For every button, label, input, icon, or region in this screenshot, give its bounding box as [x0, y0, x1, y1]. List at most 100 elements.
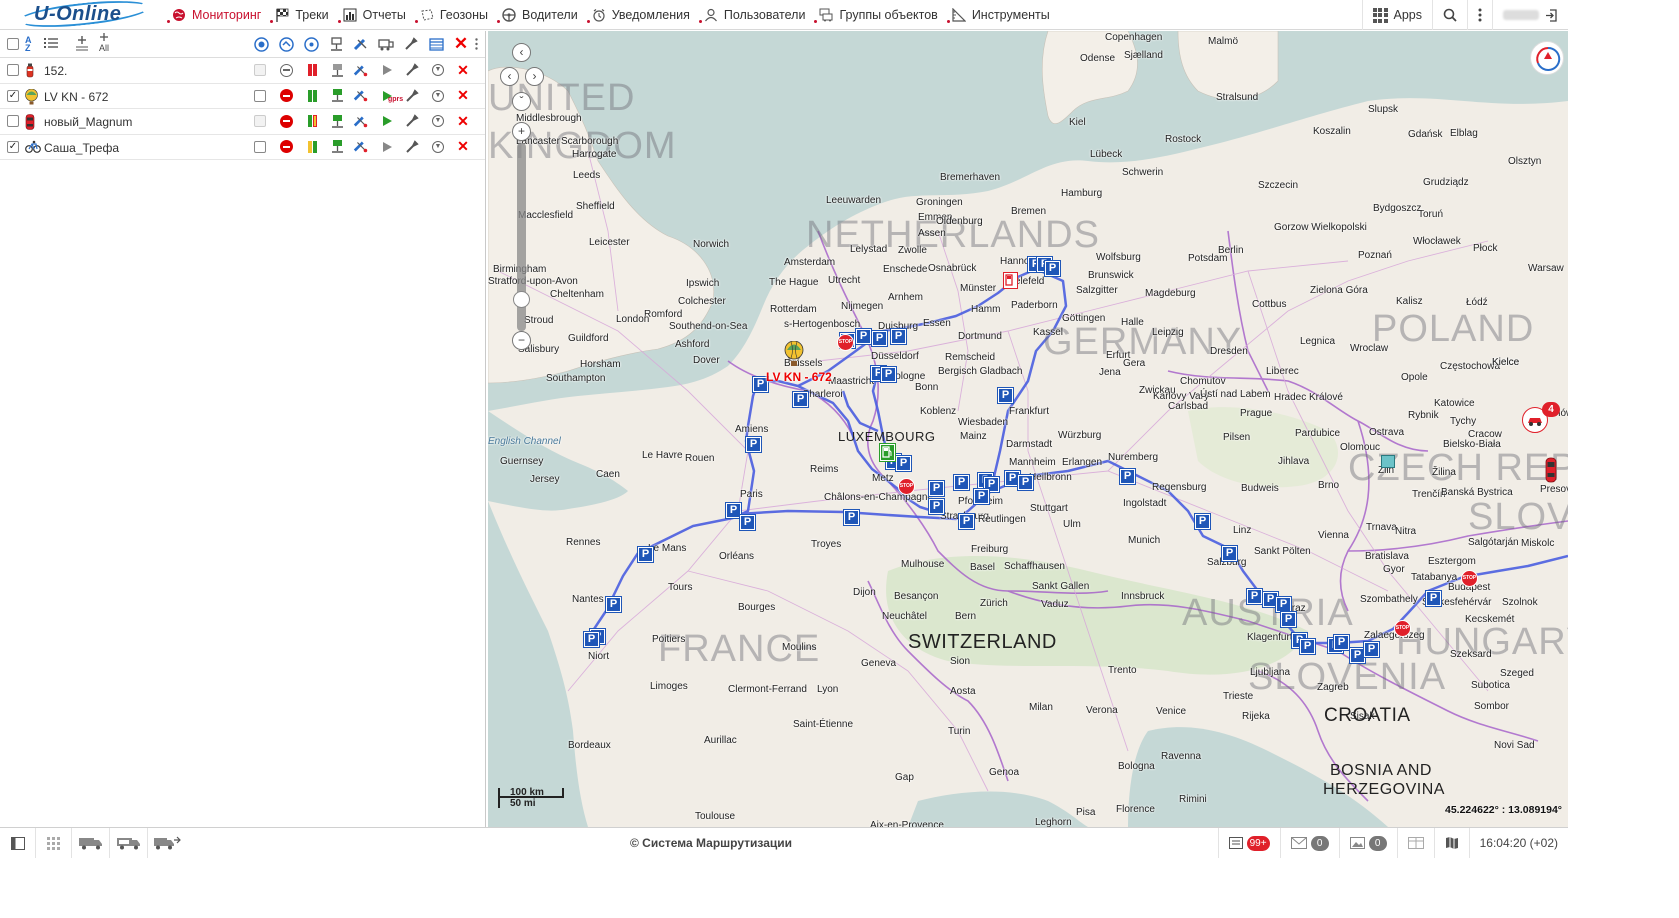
unit-command-button[interactable] [379, 62, 395, 78]
map-view-button[interactable] [1433, 828, 1469, 858]
user-logout-area[interactable] [1492, 0, 1568, 30]
stop-marker[interactable]: STOP [1394, 620, 1411, 637]
unit-name[interactable]: новый_Magnum [44, 115, 132, 129]
trucks-direction-button[interactable] [148, 828, 186, 858]
toggle-panel-button[interactable] [0, 828, 36, 858]
unit-settings-button[interactable] [404, 113, 420, 129]
unit-motion-status[interactable] [278, 88, 294, 104]
unit-name[interactable]: 152. [44, 64, 67, 78]
unit-row[interactable]: ✓ Саша_Трефа ▼ ✕ [0, 135, 485, 160]
sort-az-icon[interactable]: AZ [25, 36, 32, 53]
unit-track-checkbox[interactable] [254, 140, 266, 153]
parking-marker[interactable]: P [1017, 474, 1034, 491]
unit-command-button[interactable] [379, 113, 395, 129]
menu-item-6[interactable]: Пользователи [697, 0, 813, 30]
parking-marker[interactable]: P [997, 387, 1014, 404]
trucks-list-button[interactable] [72, 828, 110, 858]
parking-marker[interactable]: P [928, 480, 945, 497]
unit-select-checkbox[interactable] [7, 64, 19, 76]
geofence-marker[interactable] [1381, 455, 1395, 468]
unit-expand-button[interactable]: ▼ [430, 139, 446, 155]
unit-command-button[interactable]: gprs [379, 88, 403, 104]
pan-left-button[interactable]: ‹ [500, 67, 519, 86]
unit-row[interactable]: новый_Magnum ▼ ✕ [0, 109, 485, 135]
named-trucks-button[interactable] [110, 828, 148, 858]
parking-marker[interactable]: P [1246, 588, 1263, 605]
menu-item-1[interactable]: Треки [268, 0, 335, 30]
unit-row[interactable]: ✓ LV KN - 672 gprs ▼ ✕ [0, 84, 485, 109]
app-logo[interactable]: U-Online [0, 0, 165, 32]
images-button[interactable]: 0 [1338, 828, 1397, 858]
messages-button[interactable]: 99+ [1217, 828, 1280, 858]
grid-view-button[interactable] [36, 828, 72, 858]
unit-settings-button[interactable] [404, 88, 420, 104]
parking-marker[interactable]: P [637, 546, 654, 563]
visibility-column-icon[interactable] [253, 36, 269, 52]
parking-marker[interactable]: P [1425, 590, 1442, 607]
unit-delete-button[interactable]: ✕ [455, 113, 471, 129]
parking-marker[interactable]: P [1333, 634, 1350, 651]
unit-name[interactable]: LV KN - 672 [44, 90, 108, 104]
fuel-station-marker[interactable] [879, 443, 896, 462]
parking-marker[interactable]: P [1119, 468, 1136, 485]
zoom-in-button[interactable]: + [512, 122, 531, 141]
more-menu-button[interactable] [1467, 0, 1492, 30]
map-compass-logo[interactable] [1530, 41, 1564, 75]
unit-expand-button[interactable]: ▼ [430, 62, 446, 78]
parking-marker[interactable]: P [745, 436, 762, 453]
parking-marker[interactable]: P [583, 631, 600, 648]
unit-settings-button[interactable] [404, 62, 420, 78]
parking-marker[interactable]: P [871, 330, 888, 347]
unit-track-checkbox[interactable] [254, 89, 266, 102]
stop-marker[interactable]: STOP [1461, 570, 1478, 587]
connection-column-icon[interactable] [303, 36, 319, 52]
unit-motion-status[interactable] [278, 62, 294, 78]
parking-marker[interactable]: P [739, 514, 756, 531]
parking-marker[interactable]: P [855, 328, 872, 345]
menu-item-3[interactable]: Геозоны [413, 0, 495, 30]
pan-down-button[interactable]: ˇ [512, 92, 531, 111]
unit-expand-button[interactable]: ▼ [430, 88, 446, 104]
parking-marker[interactable]: P [605, 596, 622, 613]
follow-column-icon[interactable] [278, 36, 294, 52]
unit-delete-button[interactable]: ✕ [455, 62, 471, 78]
settings-column-icon[interactable] [403, 36, 419, 52]
unit-select-checkbox[interactable] [7, 115, 19, 127]
parking-marker[interactable]: P [1194, 513, 1211, 530]
stop-marker[interactable]: STOP [898, 478, 915, 495]
parking-marker[interactable]: P [1221, 545, 1238, 562]
parking-marker[interactable]: P [953, 474, 970, 491]
delete-all-icon[interactable]: ✕ [453, 34, 469, 53]
pan-right-button[interactable]: › [525, 67, 544, 86]
unit-motion-status[interactable] [278, 139, 294, 155]
mail-button[interactable]: 0 [1279, 828, 1339, 858]
unit-track-checkbox[interactable] [254, 64, 266, 76]
logout-icon[interactable] [1545, 8, 1558, 22]
unit-expand-button[interactable]: ▼ [430, 113, 446, 129]
table-view-button[interactable] [1396, 828, 1434, 858]
parking-marker[interactable]: P [1275, 596, 1292, 613]
list-view-icon[interactable] [44, 37, 58, 52]
parking-marker[interactable]: P [1280, 611, 1297, 628]
stop-marker[interactable]: STOP [837, 334, 854, 351]
unit-name[interactable]: Саша_Трефа [44, 141, 119, 155]
parking-marker[interactable]: P [1299, 638, 1316, 655]
select-all-checkbox[interactable] [7, 38, 19, 50]
parking-marker[interactable]: P [880, 366, 897, 383]
unit-delete-button[interactable]: ✕ [455, 138, 471, 155]
menu-item-8[interactable]: Инструменты [945, 0, 1057, 30]
map-view[interactable]: UNITED KINGDOM NETHERLANDS GERMANY POLAND CZE… [488, 31, 1568, 827]
parking-marker[interactable]: P [792, 391, 809, 408]
add-unit-icon[interactable] [75, 35, 89, 54]
parking-marker[interactable]: P [973, 488, 990, 505]
zoom-out-button[interactable]: − [512, 331, 531, 350]
header-options-icon[interactable] [472, 36, 480, 52]
unit-settings-button[interactable] [404, 139, 420, 155]
parking-marker[interactable]: P [843, 509, 860, 526]
show-all-button[interactable]: All [98, 33, 110, 53]
menu-item-5[interactable]: Уведомления [585, 0, 697, 30]
unit-track-checkbox[interactable] [254, 115, 266, 127]
parking-marker[interactable]: P [1044, 260, 1061, 277]
apps-button[interactable]: Apps [1361, 0, 1433, 30]
fuel-alert-marker[interactable] [1003, 272, 1018, 289]
